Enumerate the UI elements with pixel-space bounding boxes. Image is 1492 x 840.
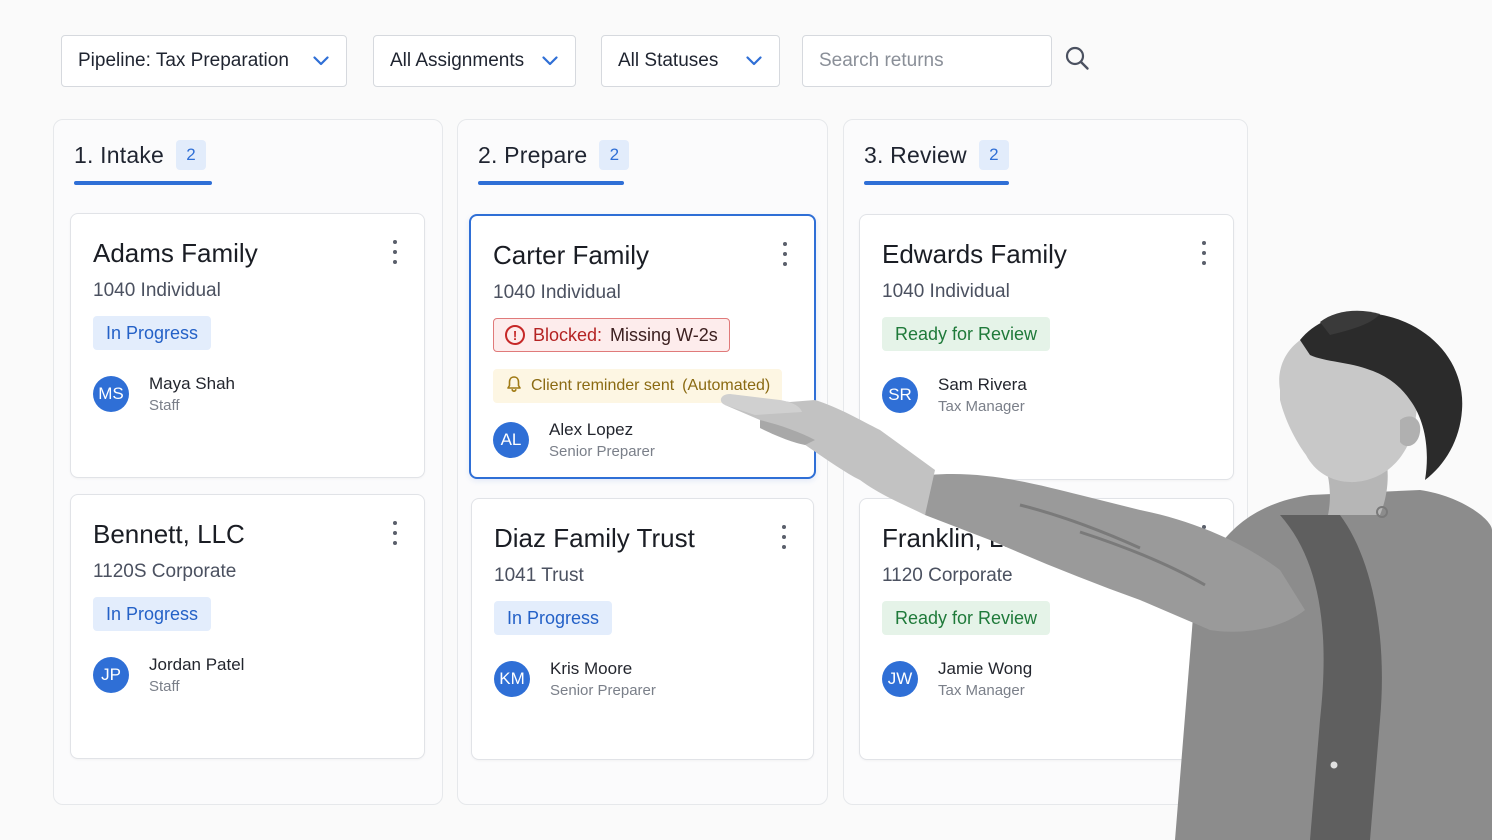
status-badge: Ready for Review <box>882 317 1051 351</box>
column-prepare: 2. Prepare 2 Carter Family 1040 Individu… <box>457 119 828 805</box>
chevron-down-icon <box>541 52 559 70</box>
statuses-select-label: All Statuses <box>618 50 719 71</box>
card-return-type: 1120S Corporate <box>93 561 237 582</box>
avatar: MS <box>93 376 129 412</box>
card-return-type: 1040 Individual <box>882 281 1010 302</box>
chevron-down-icon <box>745 52 763 70</box>
more-options-icon[interactable] <box>388 240 402 264</box>
more-options-icon[interactable] <box>388 521 402 545</box>
column-header: 2. Prepare 2 <box>478 140 630 170</box>
assignee-name: Alex Lopez <box>549 420 634 439</box>
column-count-badge: 2 <box>599 140 630 170</box>
assignments-select-label: All Assignments <box>390 50 525 71</box>
search-input[interactable] <box>819 50 1064 72</box>
card-assignee: AL Alex Lopez Senior Preparer <box>493 420 655 460</box>
column-title: 3. Review <box>864 141 967 168</box>
avatar: JW <box>882 661 918 697</box>
bell-icon <box>505 375 523 398</box>
assignee-name: Jamie Wong <box>938 659 1033 678</box>
card-assignee: SR Sam Rivera Tax Manager <box>882 375 1027 415</box>
column-count-badge: 2 <box>978 140 1009 170</box>
return-card-edwards-family[interactable]: Edwards Family 1040 Individual Ready for… <box>859 214 1234 480</box>
column-underline <box>864 181 1009 185</box>
column-header: 3. Review 2 <box>864 140 1009 170</box>
more-options-icon[interactable] <box>1197 525 1211 549</box>
assignee-role: Tax Manager <box>938 398 1025 415</box>
assignments-select[interactable]: All Assignments <box>373 35 576 87</box>
blocked-reason: Missing W-2s <box>610 324 718 345</box>
return-card-franklin-llc[interactable]: Franklin, LLC 1120 Corporate Ready for R… <box>859 498 1234 760</box>
column-title: 2. Prepare <box>478 141 588 168</box>
reminder-notice: Client reminder sent (Automated) <box>493 369 783 403</box>
alert-icon: ! <box>505 325 525 345</box>
card-assignee: JP Jordan Patel Staff <box>93 655 244 695</box>
avatar: KM <box>494 661 530 697</box>
pipeline-select-label: Pipeline: Tax Preparation <box>78 50 289 71</box>
assignee-role: Staff <box>149 678 180 695</box>
more-options-icon[interactable] <box>777 525 791 549</box>
return-card-carter-family[interactable]: Carter Family 1040 Individual ! Blocked:… <box>469 214 816 479</box>
column-underline <box>478 181 624 185</box>
card-title: Franklin, LLC <box>882 523 1037 553</box>
assignee-role: Senior Preparer <box>549 443 655 460</box>
status-badge: In Progress <box>93 597 212 631</box>
card-return-type: 1120 Corporate <box>882 565 1013 586</box>
column-header: 1. Intake 2 <box>74 140 207 170</box>
avatar: JP <box>93 657 129 693</box>
card-return-type: 1040 Individual <box>493 282 621 303</box>
avatar: AL <box>493 422 529 458</box>
card-return-type: 1040 Individual <box>93 280 221 301</box>
assignee-name: Maya Shah <box>149 374 235 393</box>
return-card-adams-family[interactable]: Adams Family 1040 Individual In Progress… <box>70 213 425 478</box>
card-title: Adams Family <box>93 238 258 268</box>
card-title: Edwards Family <box>882 239 1067 269</box>
search-box[interactable] <box>802 35 1089 87</box>
card-title: Diaz Family Trust <box>494 523 695 553</box>
pipeline-select[interactable]: Pipeline: Tax Preparation <box>61 35 347 87</box>
blocked-label: Blocked: <box>533 324 603 345</box>
column-count-badge: 2 <box>176 140 207 170</box>
statuses-select[interactable]: All Statuses <box>601 35 780 87</box>
card-title: Bennett, LLC <box>93 519 245 549</box>
column-underline <box>74 181 212 185</box>
column-title: 1. Intake <box>74 141 165 168</box>
card-return-type: 1041 Trust <box>494 565 584 586</box>
blocked-status-badge: ! Blocked: Missing W-2s <box>493 318 730 352</box>
more-options-icon[interactable] <box>778 242 792 266</box>
return-card-bennett-llc[interactable]: Bennett, LLC 1120S Corporate In Progress… <box>70 494 425 759</box>
assignee-name: Jordan Patel <box>149 655 245 674</box>
card-assignee: JW Jamie Wong Tax Manager <box>882 659 1032 699</box>
status-badge: Ready for Review <box>882 601 1051 635</box>
column-review: 3. Review 2 Edwards Family 1040 Individu… <box>843 119 1248 805</box>
assignee-role: Senior Preparer <box>550 682 656 699</box>
card-assignee: MS Maya Shah Staff <box>93 374 235 414</box>
assignee-role: Tax Manager <box>938 682 1025 699</box>
reminder-note: (Automated) <box>682 377 771 394</box>
status-badge: In Progress <box>494 601 613 635</box>
assignee-role: Staff <box>149 397 180 414</box>
card-title: Carter Family <box>493 240 650 270</box>
chevron-down-icon <box>312 52 330 70</box>
status-badge: In Progress <box>93 316 212 350</box>
reminder-text: Client reminder sent <box>531 377 675 394</box>
more-options-icon[interactable] <box>1197 241 1211 265</box>
search-icon[interactable] <box>1064 45 1090 77</box>
return-card-diaz-family-trust[interactable]: Diaz Family Trust 1041 Trust In Progress… <box>471 498 814 760</box>
card-assignee: KM Kris Moore Senior Preparer <box>494 659 656 699</box>
assignee-name: Sam Rivera <box>938 375 1027 394</box>
assignee-name: Kris Moore <box>550 659 633 678</box>
avatar: SR <box>882 377 918 413</box>
column-intake: 1. Intake 2 Adams Family 1040 Individual… <box>53 119 443 805</box>
